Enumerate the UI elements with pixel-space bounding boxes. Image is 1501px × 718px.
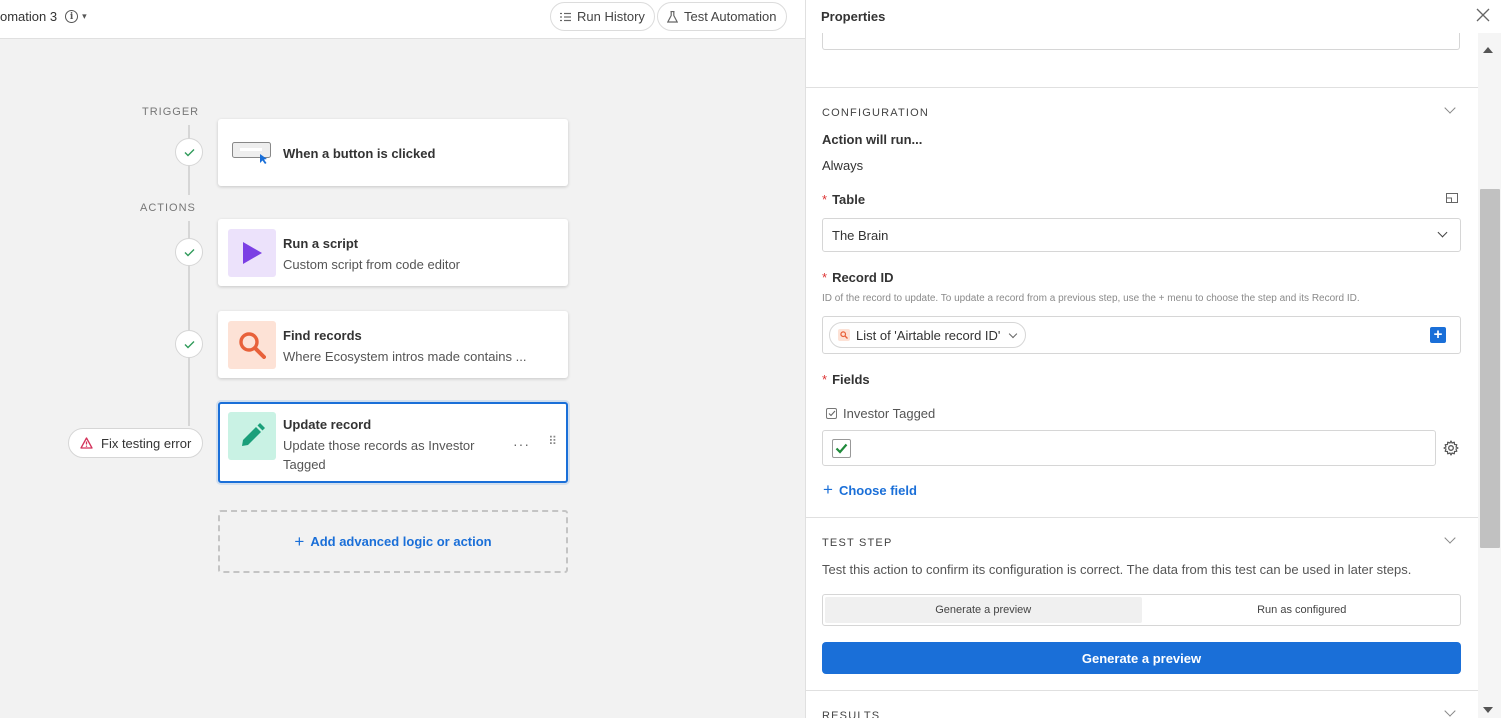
step-subtitle: Update those records as Investor xyxy=(283,438,475,453)
record-id-hint: ID of the record to update. To update a … xyxy=(822,293,1360,304)
actions-section-label: ACTIONS xyxy=(140,202,196,214)
action-will-run-value: Always xyxy=(822,158,864,173)
choose-field-button[interactable]: + Choose field xyxy=(823,480,917,499)
table-select[interactable]: The Brain xyxy=(822,218,1461,252)
required-mark: * xyxy=(822,270,828,285)
table-label: * Table xyxy=(822,192,865,207)
check-icon xyxy=(835,443,848,454)
more-options-icon[interactable]: ··· xyxy=(513,436,530,452)
automation-title[interactable]: omation 3 i ▾ xyxy=(0,9,87,24)
search-icon xyxy=(228,321,276,369)
button-trigger-icon xyxy=(232,142,272,167)
step-subtitle: Tagged xyxy=(283,457,326,472)
check-icon xyxy=(184,148,194,156)
fields-label-text: Fields xyxy=(832,372,870,387)
step-status-check xyxy=(175,238,203,266)
choose-field-label: Choose field xyxy=(838,483,917,498)
add-logic-or-action-button[interactable]: + Add advanced logic or action xyxy=(218,510,568,573)
automation-canvas: TRIGGER ACTIONS When a button is clicked… xyxy=(0,39,805,718)
test-automation-button[interactable]: Test Automation xyxy=(657,2,787,31)
run-history-label: Run History xyxy=(577,9,645,24)
field-investor-tagged-label: Investor Tagged xyxy=(826,406,935,421)
check-icon xyxy=(184,248,194,256)
table-label-text: Table xyxy=(832,192,866,207)
test-step-description: Test this action to confirm its configur… xyxy=(822,562,1412,577)
gear-icon[interactable] xyxy=(1443,440,1459,456)
test-step-heading: TEST STEP xyxy=(822,537,893,549)
trigger-section-label: TRIGGER xyxy=(142,106,200,118)
warning-icon xyxy=(80,437,93,449)
step-title: Update record xyxy=(283,417,372,432)
trigger-title: When a button is clicked xyxy=(283,146,436,161)
action-card-find-records[interactable]: Find records Where Ecosystem intros made… xyxy=(218,311,568,378)
section-divider xyxy=(806,690,1478,691)
action-card-update-record[interactable]: Update record Update those records as In… xyxy=(218,402,568,483)
segment-generate-preview[interactable]: Generate a preview xyxy=(825,597,1142,623)
table-select-value: The Brain xyxy=(832,228,889,243)
step-subtitle: Custom script from code editor xyxy=(283,257,461,272)
step-title: Find records xyxy=(283,328,362,343)
results-heading: RESULTS xyxy=(822,710,881,718)
segment-run-as-configured[interactable]: Run as configured xyxy=(1144,595,1461,625)
add-logic-or-action-label: Add advanced logic or action xyxy=(310,534,492,549)
list-icon xyxy=(560,12,571,21)
step-status-check xyxy=(175,138,203,166)
record-id-input[interactable]: List of 'Airtable record ID' + xyxy=(822,316,1461,354)
plus-icon: + xyxy=(823,480,833,499)
required-mark: * xyxy=(822,372,828,387)
required-mark: * xyxy=(822,192,828,207)
automation-toolbar: omation 3 i ▾ Run History Test Automatio… xyxy=(0,0,805,39)
info-icon[interactable]: i xyxy=(65,10,79,23)
properties-panel: Properties CONFIGURATION Action will run… xyxy=(805,0,1501,718)
fields-label: * Fields xyxy=(822,372,870,387)
section-divider xyxy=(806,87,1478,88)
test-automation-label: Test Automation xyxy=(684,9,777,24)
expand-icon[interactable] xyxy=(1446,193,1458,203)
step-status-check xyxy=(175,330,203,358)
investor-tagged-checkbox[interactable] xyxy=(832,439,851,458)
record-id-label-text: Record ID xyxy=(832,270,894,285)
panel-header: Properties xyxy=(806,0,1501,33)
search-icon xyxy=(838,329,850,341)
action-will-run-label: Action will run... xyxy=(822,132,923,147)
scrollbar-thumb[interactable] xyxy=(1480,189,1500,548)
scroll-down-arrow[interactable] xyxy=(1483,707,1493,713)
close-icon[interactable] xyxy=(1476,8,1490,22)
pencil-icon xyxy=(228,412,276,460)
field-investor-tagged-value xyxy=(822,430,1436,466)
chevron-down-icon[interactable]: ▾ xyxy=(82,11,87,22)
checkbox-field-type-icon xyxy=(826,408,837,419)
generate-preview-button[interactable]: Generate a preview xyxy=(822,642,1461,674)
fix-testing-error-label: Fix testing error xyxy=(101,435,192,451)
run-history-button[interactable]: Run History xyxy=(550,2,655,31)
test-mode-segmented-control: Generate a preview Run as configured xyxy=(822,594,1461,626)
trigger-card[interactable]: When a button is clicked xyxy=(218,119,568,186)
plus-icon: + xyxy=(294,531,305,551)
play-icon xyxy=(228,229,276,277)
chevron-down-icon xyxy=(1009,329,1018,338)
section-divider xyxy=(806,517,1478,518)
drag-handle-icon[interactable]: ⠿ xyxy=(548,434,557,448)
action-card-run-script[interactable]: Run a script Custom script from code edi… xyxy=(218,219,568,286)
record-id-token-label: List of 'Airtable record ID' xyxy=(856,327,1001,343)
automation-name[interactable]: omation 3 xyxy=(0,9,57,24)
flask-icon xyxy=(667,10,678,23)
record-id-label: * Record ID xyxy=(822,270,893,285)
chevron-down-icon xyxy=(1437,227,1448,238)
step-title: Run a script xyxy=(283,236,359,251)
name-input[interactable] xyxy=(822,33,1460,50)
check-icon xyxy=(184,340,194,348)
step-subtitle: Where Ecosystem intros made contains ... xyxy=(283,349,527,364)
configuration-heading: CONFIGURATION xyxy=(822,107,930,119)
panel-title: Properties xyxy=(821,9,886,24)
scroll-up-arrow[interactable] xyxy=(1483,47,1493,53)
insert-token-plus-button[interactable]: + xyxy=(1430,327,1446,343)
record-id-token[interactable]: List of 'Airtable record ID' xyxy=(829,322,1027,348)
field-name-text: Investor Tagged xyxy=(843,406,936,421)
fix-testing-error-button[interactable]: Fix testing error xyxy=(68,428,204,458)
